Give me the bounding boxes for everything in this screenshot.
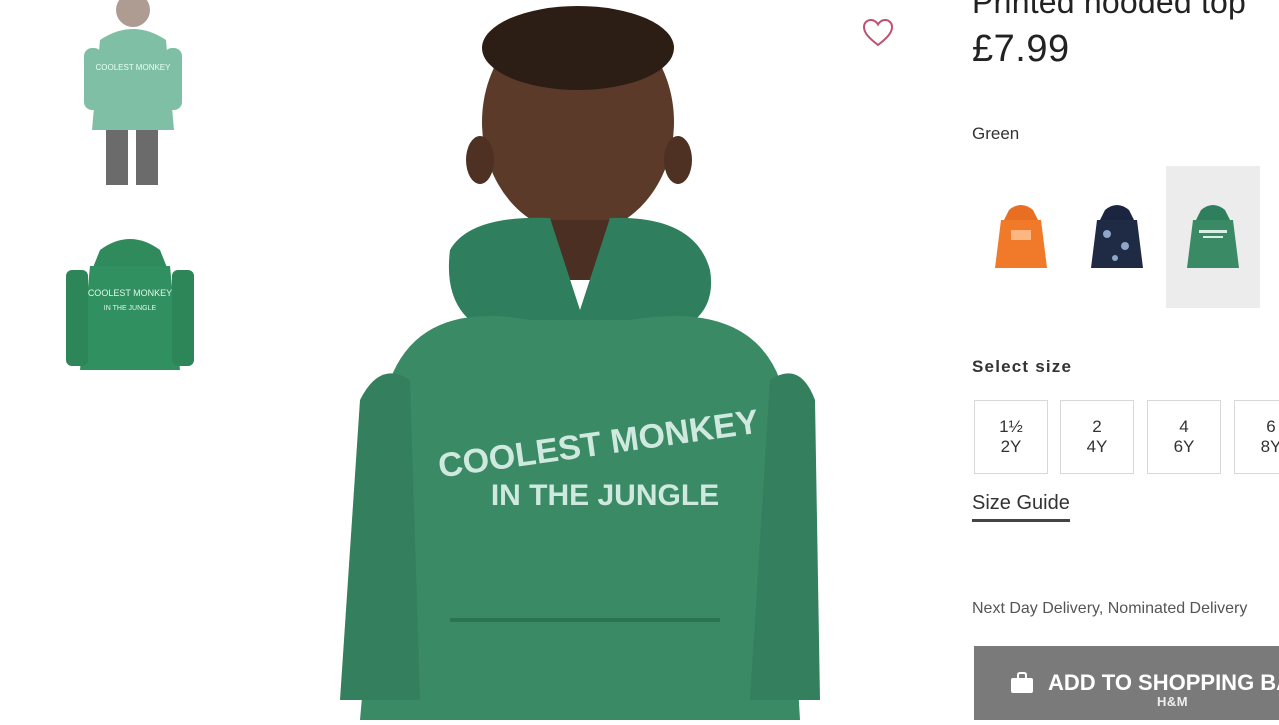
select-size-label: Select size (972, 357, 1073, 376)
add-to-bag-label: ADD TO SHOPPING BAG (1048, 670, 1279, 695)
product-price: £7.99 (972, 28, 1070, 70)
swatch-navy[interactable] (1070, 166, 1164, 308)
shopping-bag-icon (1010, 672, 1034, 694)
thumbnail-flat-graphic-text: COOLEST MONKEY (88, 288, 172, 298)
product-details-panel: Printed hooded top £7.99 Green Select si… (972, 0, 1279, 720)
add-to-bag-button[interactable]: ADD TO SHOPPING BAG (974, 646, 1279, 720)
size-options: 1½ 2Y 2 4Y 4 6Y 6 8Y (972, 400, 1279, 476)
hero-model-illustration: COOLEST MONKEY IN THE JUNGLE (340, 6, 820, 720)
size-option-4-line1: 6 (1266, 417, 1276, 436)
hoodie-orange-icon (995, 205, 1047, 268)
color-swatches (972, 166, 1279, 310)
wishlist-button[interactable] (860, 16, 896, 50)
size-option-1-line2: 2Y (1000, 437, 1022, 456)
size-option-3-line1: 4 (1179, 417, 1189, 436)
size-option-3[interactable]: 4 6Y (1147, 400, 1221, 474)
size-option-4-line2: 8Y (1260, 437, 1279, 456)
thumbnail-flat[interactable]: COOLEST MONKEY IN THE JUNGLE (60, 230, 200, 380)
size-option-2-line2: 4Y (1086, 437, 1108, 456)
size-option-1-line1: 1½ (999, 417, 1023, 436)
thumbnail-column: COOLEST MONKEY COOLEST MONKEY IN THE JUN… (0, 0, 230, 720)
swatch-orange[interactable] (974, 166, 1068, 308)
size-option-2[interactable]: 2 4Y (1060, 400, 1134, 474)
thumbnail-flat-image: COOLEST MONKEY IN THE JUNGLE (66, 239, 194, 370)
size-option-2-line1: 2 (1092, 417, 1102, 436)
thumbnail-model-graphic-text: COOLEST MONKEY (96, 63, 172, 72)
product-hero-image: COOLEST MONKEY IN THE JUNGLE (300, 0, 860, 720)
size-option-4[interactable]: 6 8Y (1234, 400, 1279, 474)
thumbnail-flat-graphic-text-2: IN THE JUNGLE (104, 305, 157, 312)
size-option-1[interactable]: 1½ 2Y (974, 400, 1048, 474)
swatch-green-selected[interactable] (1166, 166, 1260, 308)
brand-watermark: H&M (1157, 694, 1189, 709)
thumbnail-model-image: COOLEST MONKEY (84, 0, 182, 185)
hero-graphic-text-line2: IN THE JUNGLE (491, 479, 719, 512)
heart-icon (863, 19, 893, 47)
size-option-3-line2: 6Y (1173, 437, 1195, 456)
selected-color-label: Green (972, 124, 1020, 143)
thumbnail-model[interactable]: COOLEST MONKEY (70, 0, 200, 190)
hoodie-green-icon (1187, 205, 1239, 268)
delivery-info: Next Day Delivery, Nominated Delivery (972, 600, 1248, 617)
hoodie-navy-icon (1091, 205, 1143, 268)
size-guide-link[interactable]: Size Guide (972, 492, 1070, 522)
product-title: Printed hooded top (972, 0, 1247, 20)
